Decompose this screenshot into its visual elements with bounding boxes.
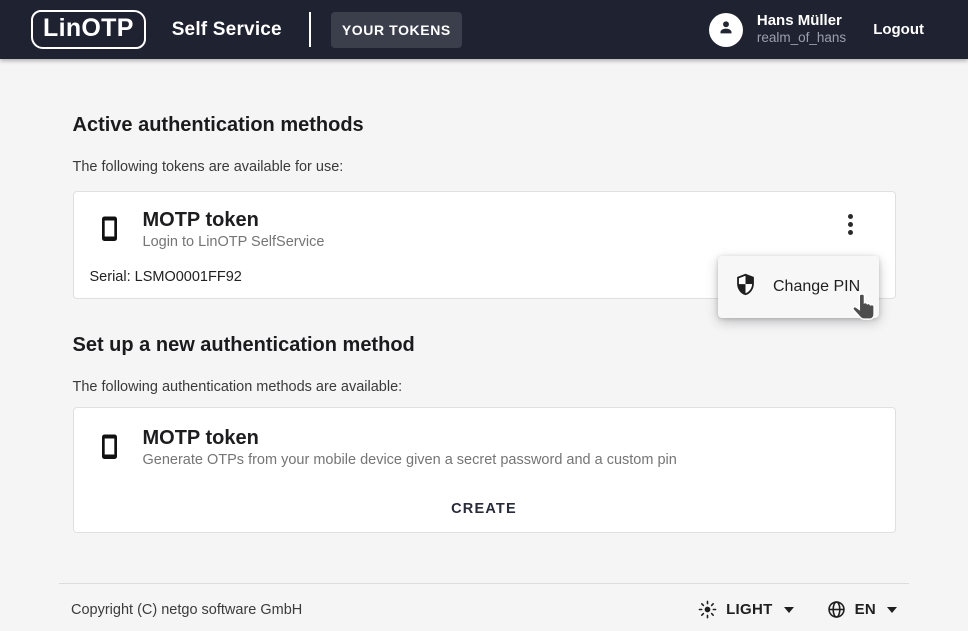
token-card-subtitle: Login to LinOTP SelfService xyxy=(143,234,325,250)
token-context-menu: Change PIN xyxy=(718,256,879,318)
change-pin-menu-item[interactable]: Change PIN xyxy=(718,263,879,311)
main-content: Active authentication methods The follow… xyxy=(73,113,896,533)
chevron-down-icon xyxy=(887,607,897,613)
chevron-down-icon xyxy=(784,607,794,613)
method-card-subtitle: Generate OTPs from your mobile device gi… xyxy=(143,452,677,468)
footer-controls: LIGHT EN xyxy=(698,600,897,619)
theme-label: LIGHT xyxy=(726,601,773,618)
language-select[interactable]: EN xyxy=(827,600,897,619)
active-methods-intro: The following tokens are available for u… xyxy=(73,159,896,176)
logout-button[interactable]: Logout xyxy=(873,21,924,38)
linotp-logo: LinOTP xyxy=(31,10,146,50)
method-card-text: MOTP token Generate OTPs from your mobil… xyxy=(143,427,677,468)
setup-methods-intro: The following authentication methods are… xyxy=(73,379,896,396)
app-header: LinOTP Self Service YOUR TOKENS Hans Mül… xyxy=(0,0,968,59)
header-divider xyxy=(309,12,311,47)
token-card-text: MOTP token Login to LinOTP SelfService xyxy=(143,209,325,250)
user-name: Hans Müller xyxy=(757,12,846,31)
active-methods-heading: Active authentication methods xyxy=(73,113,896,137)
person-icon xyxy=(715,16,737,43)
user-realm: realm_of_hans xyxy=(757,30,846,47)
page-footer: Copyright (C) netgo software GmbH LIGHT xyxy=(59,583,909,619)
page-title: Self Service xyxy=(172,19,282,41)
token-card-title: MOTP token xyxy=(143,209,325,232)
user-area: Hans Müller realm_of_hans Logout xyxy=(709,12,924,48)
globe-icon xyxy=(827,600,846,619)
copyright-text: Copyright (C) netgo software GmbH xyxy=(71,602,302,618)
sun-icon xyxy=(698,600,717,619)
smartphone-icon xyxy=(100,434,119,468)
shield-icon xyxy=(734,273,757,301)
change-pin-label: Change PIN xyxy=(773,278,860,296)
language-label: EN xyxy=(855,601,876,618)
method-card: MOTP token Generate OTPs from your mobil… xyxy=(73,407,896,533)
method-card-title: MOTP token xyxy=(143,427,677,450)
create-button[interactable]: CREATE xyxy=(441,494,527,524)
kebab-menu-icon[interactable] xyxy=(841,210,861,238)
avatar xyxy=(709,13,743,47)
smartphone-icon xyxy=(100,216,119,250)
setup-methods-heading: Set up a new authentication method xyxy=(73,333,896,357)
user-info: Hans Müller realm_of_hans xyxy=(757,12,846,48)
your-tokens-button[interactable]: YOUR TOKENS xyxy=(331,12,462,48)
theme-select[interactable]: LIGHT xyxy=(698,600,794,619)
